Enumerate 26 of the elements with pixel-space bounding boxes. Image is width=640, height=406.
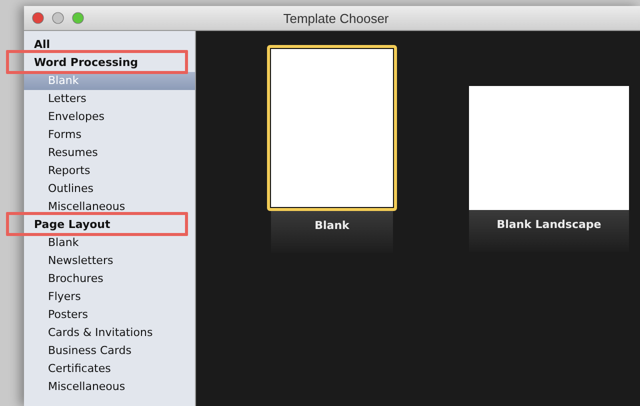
sidebar-item[interactable]: Certificates — [24, 360, 195, 378]
sidebar-item[interactable]: Outlines — [24, 180, 195, 198]
sidebar-item[interactable]: Forms — [24, 126, 195, 144]
template-label: Blank Landscape — [469, 210, 629, 252]
sidebar-item[interactable]: Brochures — [24, 270, 195, 288]
sidebar-item[interactable]: Miscellaneous — [24, 378, 195, 396]
sidebar-item[interactable]: Business Cards — [24, 342, 195, 360]
sidebar-item[interactable]: Cards & Invitations — [24, 324, 195, 342]
sidebar-group-header[interactable]: Page Layout — [24, 216, 195, 234]
sidebar-item[interactable]: Reports — [24, 162, 195, 180]
sidebar-item[interactable]: Newsletters — [24, 252, 195, 270]
template-label: Blank — [271, 211, 393, 253]
sidebar-item[interactable]: Resumes — [24, 144, 195, 162]
sidebar-group-header[interactable]: Word Processing — [24, 54, 195, 72]
minimize-button[interactable] — [52, 12, 64, 24]
sidebar-item[interactable]: Envelopes — [24, 108, 195, 126]
sidebar-item[interactable]: Letters — [24, 90, 195, 108]
zoom-button[interactable] — [72, 12, 84, 24]
sidebar-item[interactable]: Posters — [24, 306, 195, 324]
sidebar-item[interactable]: Miscellaneous — [24, 198, 195, 216]
sidebar-item[interactable]: All — [24, 36, 195, 54]
template-thumbnail[interactable] — [267, 45, 397, 211]
window-title: Template Chooser — [283, 10, 389, 26]
sidebar-item[interactable]: Flyers — [24, 288, 195, 306]
sidebar-item[interactable]: Blank — [24, 234, 195, 252]
close-button[interactable] — [32, 12, 44, 24]
